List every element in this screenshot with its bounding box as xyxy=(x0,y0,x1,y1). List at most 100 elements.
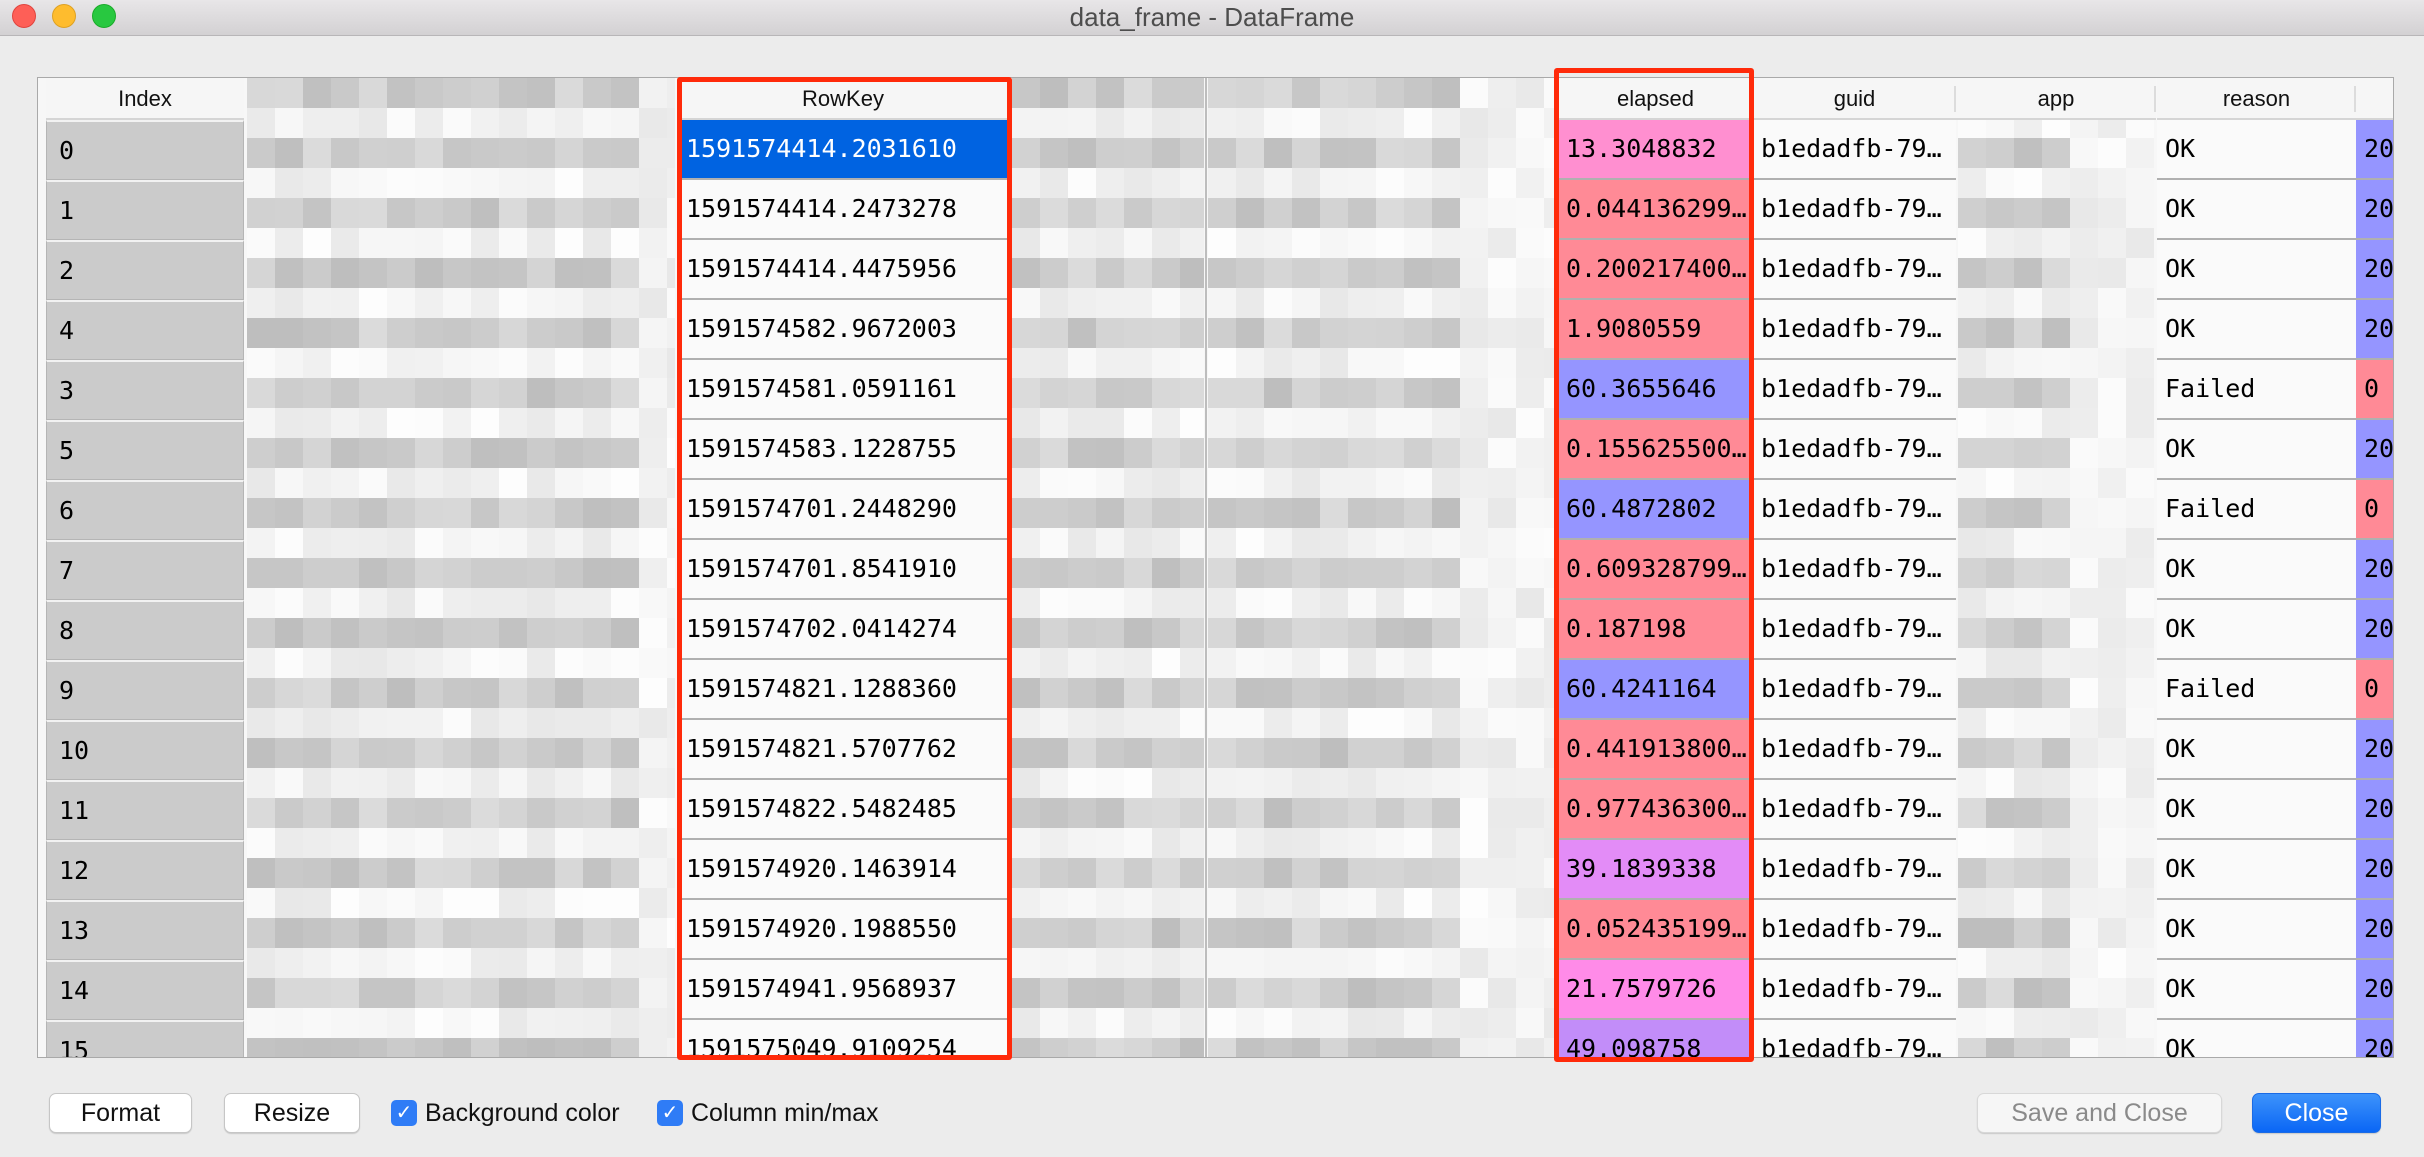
reason-header[interactable]: reason xyxy=(2157,78,2356,120)
elapsed-cell[interactable]: 0.977436300… xyxy=(1558,780,1753,840)
row-index-cell[interactable]: 5 xyxy=(46,420,244,480)
rowkey-cell[interactable]: 1591574821.1288360 xyxy=(678,660,1008,720)
elapsed-header[interactable]: elapsed xyxy=(1558,78,1753,120)
rowkey-cell[interactable]: 1591574583.1228755 xyxy=(678,420,1008,480)
row-index-cell[interactable]: 8 xyxy=(46,600,244,660)
row-index-cell[interactable]: 2 xyxy=(46,240,244,300)
app-header[interactable]: app xyxy=(1956,78,2156,120)
truncated-cell[interactable]: 0 xyxy=(2356,480,2393,540)
row-index-cell[interactable]: 1 xyxy=(46,180,244,240)
row-index-cell[interactable]: 11 xyxy=(46,780,244,840)
rowkey-cell[interactable]: 1591574920.1988550 xyxy=(678,900,1008,960)
guid-cell[interactable]: b1edadfb-79… xyxy=(1753,480,1956,540)
truncated-cell[interactable]: 20 xyxy=(2356,900,2393,960)
elapsed-cell[interactable]: 39.1839338 xyxy=(1558,840,1753,900)
guid-cell[interactable]: b1edadfb-79… xyxy=(1753,780,1956,840)
row-index-cell[interactable]: 9 xyxy=(46,660,244,720)
elapsed-cell[interactable]: 0.044136299… xyxy=(1558,180,1753,240)
guid-cell[interactable]: b1edadfb-79… xyxy=(1753,300,1956,360)
row-index-cell[interactable]: 0 xyxy=(46,120,244,180)
row-index-cell[interactable]: 6 xyxy=(46,480,244,540)
reason-cell[interactable]: OK xyxy=(2157,780,2356,840)
row-index-cell[interactable]: 10 xyxy=(46,720,244,780)
guid-cell[interactable]: b1edadfb-79… xyxy=(1753,1020,1956,1057)
reason-cell[interactable]: OK xyxy=(2157,240,2356,300)
row-index-cell[interactable]: 14 xyxy=(46,960,244,1020)
reason-cell[interactable]: OK xyxy=(2157,600,2356,660)
elapsed-cell[interactable]: 49.098758 xyxy=(1558,1020,1753,1057)
reason-cell[interactable]: OK xyxy=(2157,420,2356,480)
reason-cell[interactable]: Failed xyxy=(2157,480,2356,540)
elapsed-cell[interactable]: 0.187198 xyxy=(1558,600,1753,660)
truncated-cell[interactable]: 20 xyxy=(2356,1020,2393,1057)
guid-cell[interactable]: b1edadfb-79… xyxy=(1753,360,1956,420)
guid-cell[interactable]: b1edadfb-79… xyxy=(1753,660,1956,720)
reason-cell[interactable]: OK xyxy=(2157,960,2356,1020)
elapsed-cell[interactable]: 0.441913800… xyxy=(1558,720,1753,780)
row-index-cell[interactable]: 15 xyxy=(46,1020,244,1057)
guid-cell[interactable]: b1edadfb-79… xyxy=(1753,420,1956,480)
rowkey-cell[interactable]: 1591574414.2031610 xyxy=(678,120,1008,180)
rowkey-cell[interactable]: 1591574941.9568937 xyxy=(678,960,1008,1020)
guid-cell[interactable]: b1edadfb-79… xyxy=(1753,120,1956,180)
rowkey-cell[interactable]: 1591574821.5707762 xyxy=(678,720,1008,780)
rowkey-cell[interactable]: 1591574414.4475956 xyxy=(678,240,1008,300)
reason-cell[interactable]: OK xyxy=(2157,840,2356,900)
background-color-checkbox[interactable]: ✓ xyxy=(391,1100,417,1126)
elapsed-cell[interactable]: 0.200217400… xyxy=(1558,240,1753,300)
elapsed-cell[interactable]: 0.052435199… xyxy=(1558,900,1753,960)
elapsed-cell[interactable]: 60.3655646 xyxy=(1558,360,1753,420)
guid-cell[interactable]: b1edadfb-79… xyxy=(1753,900,1956,960)
guid-cell[interactable]: b1edadfb-79… xyxy=(1753,600,1956,660)
reason-cell[interactable]: Failed xyxy=(2157,360,2356,420)
truncated-cell[interactable]: 20 xyxy=(2356,780,2393,840)
elapsed-cell[interactable]: 1.9080559 xyxy=(1558,300,1753,360)
elapsed-cell[interactable]: 21.7579726 xyxy=(1558,960,1753,1020)
truncated-cell[interactable]: 20 xyxy=(2356,840,2393,900)
rowkey-cell[interactable]: 1591574414.2473278 xyxy=(678,180,1008,240)
row-index-cell[interactable]: 12 xyxy=(46,840,244,900)
column-minmax-checkbox[interactable]: ✓ xyxy=(657,1100,683,1126)
rowkey-cell[interactable]: 1591574581.0591161 xyxy=(678,360,1008,420)
guid-cell[interactable]: b1edadfb-79… xyxy=(1753,840,1956,900)
truncated-cell[interactable]: 20 xyxy=(2356,180,2393,240)
guid-cell[interactable]: b1edadfb-79… xyxy=(1753,960,1956,1020)
frozen-column-divider[interactable] xyxy=(1205,78,1207,1057)
resize-button[interactable]: Resize xyxy=(224,1093,360,1133)
save-and-close-button[interactable]: Save and Close xyxy=(1977,1093,2222,1133)
truncated-cell[interactable]: 20 xyxy=(2356,420,2393,480)
reason-cell[interactable]: OK xyxy=(2157,720,2356,780)
rowkey-cell[interactable]: 1591574582.9672003 xyxy=(678,300,1008,360)
truncated-cell[interactable]: 0 xyxy=(2356,360,2393,420)
reason-cell[interactable]: OK xyxy=(2157,900,2356,960)
elapsed-cell[interactable]: 60.4241164 xyxy=(1558,660,1753,720)
truncated-cell[interactable]: 20 xyxy=(2356,960,2393,1020)
row-index-cell[interactable]: 13 xyxy=(46,900,244,960)
truncated-cell[interactable]: 20 xyxy=(2356,300,2393,360)
guid-cell[interactable]: b1edadfb-79… xyxy=(1753,180,1956,240)
elapsed-cell[interactable]: 0.155625500… xyxy=(1558,420,1753,480)
reason-cell[interactable]: Failed xyxy=(2157,660,2356,720)
rowkey-cell[interactable]: 1591574702.0414274 xyxy=(678,600,1008,660)
guid-header[interactable]: guid xyxy=(1753,78,1956,120)
elapsed-cell[interactable]: 60.4872802 xyxy=(1558,480,1753,540)
rowkey-cell[interactable]: 1591574822.5482485 xyxy=(678,780,1008,840)
truncated-cell[interactable]: 20 xyxy=(2356,120,2393,180)
column-minmax-label[interactable]: Column min/max xyxy=(691,1095,879,1131)
row-index-cell[interactable]: 3 xyxy=(46,360,244,420)
truncated-cell[interactable]: 20 xyxy=(2356,720,2393,780)
elapsed-cell[interactable]: 0.609328799… xyxy=(1558,540,1753,600)
reason-cell[interactable]: OK xyxy=(2157,540,2356,600)
truncated-cell[interactable]: 20 xyxy=(2356,600,2393,660)
row-index-cell[interactable]: 4 xyxy=(46,300,244,360)
rowkey-cell[interactable]: 1591575049.9109254 xyxy=(678,1020,1008,1057)
guid-cell[interactable]: b1edadfb-79… xyxy=(1753,240,1956,300)
format-button[interactable]: Format xyxy=(49,1093,192,1133)
reason-cell[interactable]: OK xyxy=(2157,120,2356,180)
row-index-cell[interactable]: 7 xyxy=(46,540,244,600)
truncated-cell[interactable]: 0 xyxy=(2356,660,2393,720)
rowkey-cell[interactable]: 1591574701.8541910 xyxy=(678,540,1008,600)
reason-cell[interactable]: OK xyxy=(2157,300,2356,360)
reason-cell[interactable]: OK xyxy=(2157,1020,2356,1057)
guid-cell[interactable]: b1edadfb-79… xyxy=(1753,540,1956,600)
